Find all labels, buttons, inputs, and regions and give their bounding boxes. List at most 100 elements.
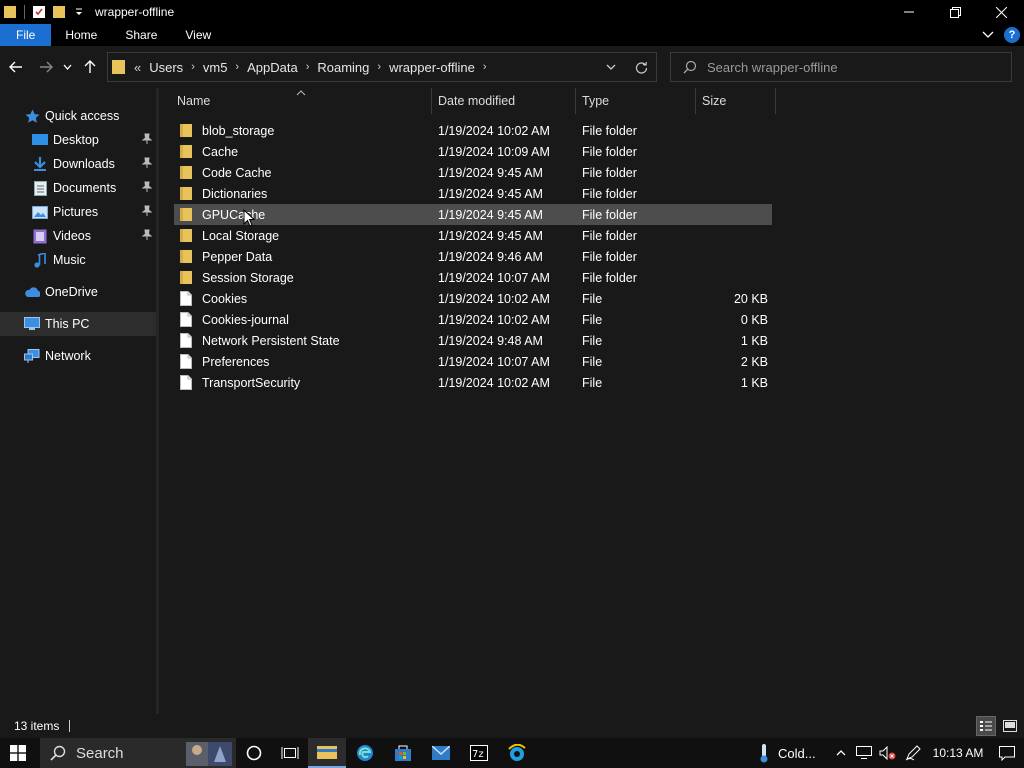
edge-icon: [357, 745, 373, 761]
sidebar-item-network[interactable]: Network: [0, 344, 156, 368]
task-view-button[interactable]: [272, 738, 308, 768]
table-row[interactable]: Cookies-journal 1/19/2024 10:02 AM File 0 K…: [174, 309, 772, 330]
properties-icon[interactable]: [31, 4, 47, 20]
column-header-size[interactable]: Size: [696, 88, 776, 114]
forward-button[interactable]: [34, 55, 58, 79]
details-view-button[interactable]: [976, 716, 996, 736]
chevron-right-icon[interactable]: ›: [191, 61, 195, 73]
table-row[interactable]: Cookies 1/19/2024 10:02 AM File 20 KB: [174, 288, 772, 309]
table-row[interactable]: TransportSecurity 1/19/2024 10:02 AM File 1…: [174, 372, 772, 393]
notifications-button[interactable]: [990, 738, 1024, 768]
sidebar-item-onedrive[interactable]: OneDrive: [0, 280, 156, 304]
sidebar-item-pictures[interactable]: Pictures: [0, 200, 156, 224]
recent-locations-button[interactable]: [60, 55, 74, 79]
table-row[interactable]: Code Cache 1/19/2024 9:45 AM File folder: [174, 162, 772, 183]
pin-icon[interactable]: [141, 205, 153, 220]
file-name: Network Persistent State: [202, 333, 340, 348]
cortana-button[interactable]: [236, 738, 272, 768]
breadcrumb-users[interactable]: Users: [149, 60, 183, 75]
minimize-button[interactable]: [886, 0, 932, 24]
breadcrumb-wrapper-offline[interactable]: wrapper-offline: [389, 60, 475, 75]
volume-muted-icon[interactable]: [876, 738, 900, 768]
sidebar-item-music[interactable]: Music: [0, 248, 156, 272]
tab-share[interactable]: Share: [111, 24, 171, 46]
file-type: File folder: [582, 144, 637, 159]
taskbar-edge[interactable]: [346, 738, 384, 768]
archive-icon: 7z: [470, 745, 488, 761]
pin-icon[interactable]: [141, 181, 153, 196]
sidebar-item-videos[interactable]: Videos: [0, 224, 156, 248]
folder-icon: [178, 207, 194, 223]
navigation-bar: « Users › vm5 › AppData › Roaming › wrap…: [0, 46, 1024, 88]
file-name: Dictionaries: [202, 186, 268, 201]
search-input[interactable]: [707, 59, 997, 75]
table-row[interactable]: Session Storage 1/19/2024 10:07 AM File fo…: [174, 267, 772, 288]
folder-icon: [178, 228, 194, 244]
sidebar-item-downloads[interactable]: Downloads: [0, 152, 156, 176]
sidebar-item-this-pc[interactable]: This PC: [0, 312, 156, 336]
folder-icon: [178, 270, 194, 286]
taskbar-mail[interactable]: [422, 738, 460, 768]
chevron-right-icon[interactable]: ›: [235, 61, 239, 73]
address-bar[interactable]: « Users › vm5 › AppData › Roaming › wrap…: [107, 52, 657, 82]
breadcrumb-appdata[interactable]: AppData: [247, 60, 298, 75]
show-hidden-icons-button[interactable]: [830, 738, 852, 768]
table-row[interactable]: blob_storage 1/19/2024 10:02 AM File folde…: [174, 120, 772, 141]
search-box[interactable]: [670, 52, 1012, 82]
breadcrumb-roaming[interactable]: Roaming: [317, 60, 369, 75]
refresh-button[interactable]: [626, 53, 656, 81]
chevron-right-icon[interactable]: ›: [306, 61, 310, 73]
large-icons-view-button[interactable]: [1000, 716, 1020, 736]
mouse-pointer-icon: [243, 208, 256, 230]
table-row[interactable]: Dictionaries 1/19/2024 9:45 AM File folder: [174, 183, 772, 204]
weather-icon[interactable]: [754, 738, 774, 768]
taskbar-search-box[interactable]: Search: [40, 738, 236, 768]
restore-button[interactable]: [932, 0, 978, 24]
tab-home[interactable]: Home: [51, 24, 111, 46]
taskbar-search-label: Search: [76, 744, 124, 762]
file-name: Cookies-journal: [202, 312, 289, 327]
taskbar-internet-explorer[interactable]: [498, 738, 536, 768]
table-row[interactable]: Pepper Data 1/19/2024 9:46 AM File folder: [174, 246, 772, 267]
taskbar-7zip[interactable]: 7z: [460, 738, 498, 768]
pen-ink-icon[interactable]: [900, 738, 926, 768]
pin-icon[interactable]: [141, 157, 153, 172]
chevron-right-icon[interactable]: ›: [483, 61, 487, 73]
expand-ribbon-icon[interactable]: [982, 28, 994, 42]
start-button[interactable]: [0, 738, 36, 768]
sidebar-item-desktop[interactable]: Desktop: [0, 128, 156, 152]
up-button[interactable]: [78, 55, 102, 79]
file-type: File folder: [582, 186, 637, 201]
pin-icon[interactable]: [141, 133, 153, 148]
network-status-icon[interactable]: [852, 738, 876, 768]
search-icon: [50, 745, 66, 761]
column-header-date-modified[interactable]: Date modified: [432, 88, 576, 114]
breadcrumb-vm5[interactable]: vm5: [203, 60, 228, 75]
column-header-type[interactable]: Type: [576, 88, 696, 114]
chevron-right-icon[interactable]: ›: [377, 61, 381, 73]
sidebar-item-documents[interactable]: Documents: [0, 176, 156, 200]
sidebar-item-quick-access[interactable]: Quick access: [0, 104, 156, 128]
refresh-icon: [635, 61, 647, 74]
close-button[interactable]: [978, 0, 1024, 24]
clock[interactable]: 10:13 AM: [926, 738, 990, 768]
address-history-button[interactable]: [596, 53, 626, 81]
file-type: File: [582, 291, 603, 306]
table-row[interactable]: Network Persistent State 1/19/2024 9:48 A…: [174, 330, 772, 351]
table-row[interactable]: Local Storage 1/19/2024 9:45 AM File folde…: [174, 225, 772, 246]
table-row[interactable]: Preferences 1/19/2024 10:07 AM File 2 KB: [174, 351, 772, 372]
table-row[interactable]: GPUCache 1/19/2024 9:45 AM File folder: [174, 204, 772, 225]
taskbar-file-explorer[interactable]: [308, 738, 346, 768]
file-date-modified: 1/19/2024 10:07 AM: [438, 354, 550, 369]
table-row[interactable]: Cache 1/19/2024 10:09 AM File folder: [174, 141, 772, 162]
weather-label[interactable]: Cold...: [774, 738, 830, 768]
breadcrumb-overflow[interactable]: «: [134, 60, 141, 75]
new-folder-icon[interactable]: [51, 4, 67, 20]
taskbar-store[interactable]: [384, 738, 422, 768]
tab-file[interactable]: File: [0, 24, 52, 46]
pin-icon[interactable]: [141, 229, 153, 244]
back-button[interactable]: [4, 55, 28, 79]
help-icon[interactable]: ?: [1004, 27, 1020, 43]
tab-view[interactable]: View: [171, 24, 225, 46]
customize-toolbar-icon[interactable]: [71, 4, 87, 20]
